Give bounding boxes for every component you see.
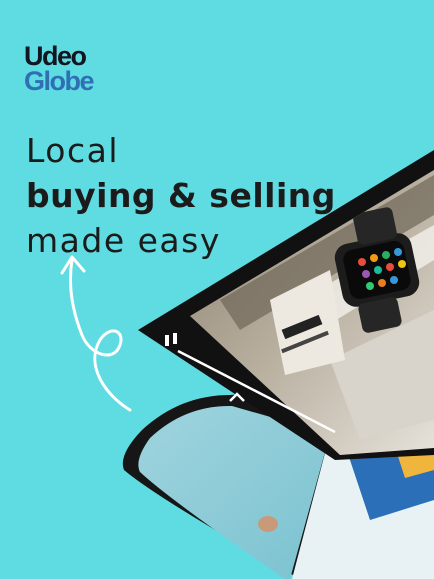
devices-illustration [122, 150, 434, 579]
